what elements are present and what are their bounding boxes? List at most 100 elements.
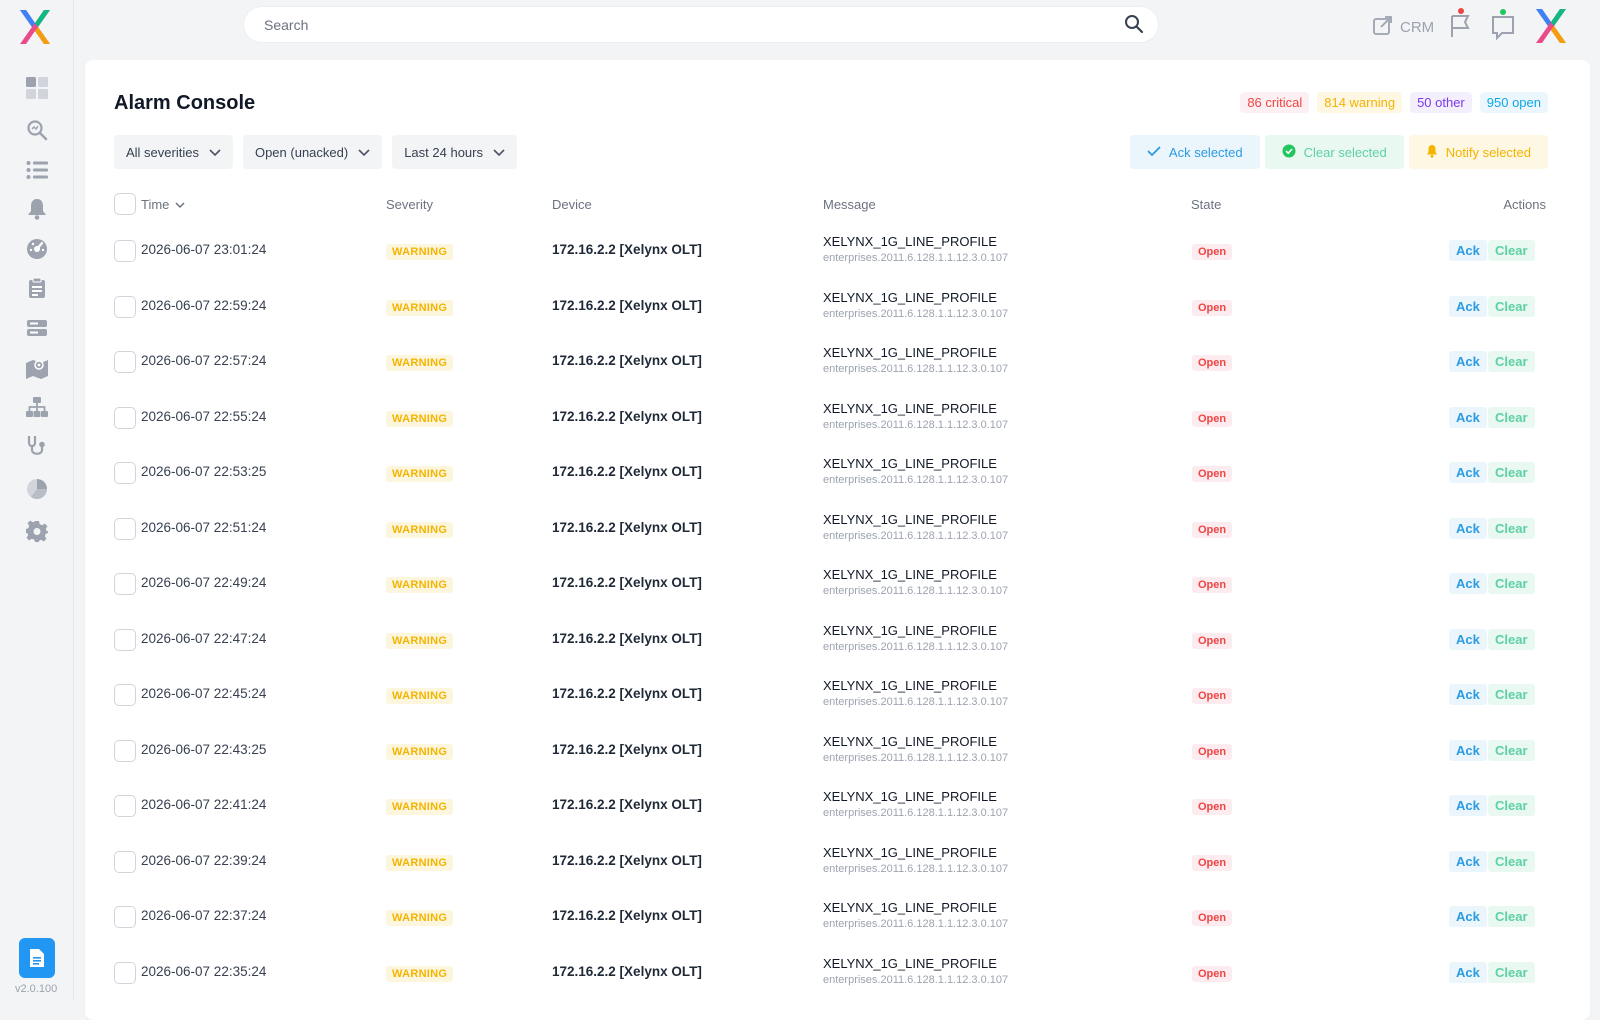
ack-selected-button[interactable]: Ack selected [1129,135,1260,169]
device-link[interactable]: 172.16.2.2 [Xelynx OLT] [552,575,702,590]
table-row[interactable]: 2026-06-07 22:35:24 WARNING 172.16.2.2 [… [114,945,1546,1001]
device-link[interactable]: 172.16.2.2 [Xelynx OLT] [552,353,702,368]
time-column-header[interactable]: Time [141,197,185,212]
other-count-badge[interactable]: 50 other [1410,92,1472,113]
clear-button[interactable]: Clear [1488,240,1535,261]
row-checkbox[interactable] [114,462,136,484]
row-checkbox[interactable] [114,795,136,817]
ack-button[interactable]: Ack [1449,573,1487,594]
device-link[interactable]: 172.16.2.2 [Xelynx OLT] [552,742,702,757]
select-all-checkbox[interactable] [114,193,136,215]
row-checkbox[interactable] [114,406,136,429]
flag-icon[interactable] [1448,8,1472,44]
network-icon[interactable] [24,394,50,420]
ack-button[interactable]: Ack [1449,240,1487,261]
ack-button[interactable]: Ack [1449,351,1487,372]
device-link[interactable]: 172.16.2.2 [Xelynx OLT] [552,520,702,535]
row-checkbox[interactable] [114,628,136,651]
ack-button[interactable]: Ack [1449,684,1487,705]
severity-filter-select[interactable]: All severities [114,135,233,169]
device-link[interactable]: 172.16.2.2 [Xelynx OLT] [552,631,702,646]
critical-count-badge[interactable]: 86 critical [1240,92,1310,113]
row-checkbox[interactable] [114,351,136,373]
ack-button[interactable]: Ack [1449,795,1487,816]
row-checkbox[interactable] [114,961,136,984]
clear-button[interactable]: Clear [1488,573,1535,594]
clipboard-icon[interactable] [24,275,50,301]
clear-button[interactable]: Clear [1488,684,1535,705]
device-link[interactable]: 172.16.2.2 [Xelynx OLT] [552,853,702,868]
clear-selected-button[interactable]: Clear selected [1264,135,1404,169]
ack-button[interactable]: Ack [1449,906,1487,927]
message-column-header[interactable]: Message [823,197,876,212]
clear-button[interactable]: Clear [1488,961,1535,983]
time-range-select[interactable]: Last 24 hours [392,135,517,169]
crm-link[interactable]: CRM [1372,14,1434,41]
state-filter-select[interactable]: Open (unacked) [242,135,383,169]
row-checkbox[interactable] [114,684,136,706]
clear-button[interactable]: Clear [1488,462,1535,483]
pie-chart-icon[interactable] [24,476,50,502]
table-row[interactable]: 2026-06-07 22:59:24 WARNING 172.16.2.2 [… [114,279,1546,335]
row-checkbox[interactable] [114,850,136,873]
chat-icon[interactable] [1490,9,1516,45]
ack-button[interactable]: Ack [1449,406,1487,428]
table-row[interactable]: 2026-06-07 22:41:24 WARNING 172.16.2.2 [… [114,778,1546,834]
table-row[interactable]: 2026-06-07 22:45:24 WARNING 172.16.2.2 [… [114,667,1546,723]
device-link[interactable]: 172.16.2.2 [Xelynx OLT] [552,908,702,923]
severity-column-header[interactable]: Severity [386,197,433,212]
warning-count-badge[interactable]: 814 warning [1317,92,1403,113]
list-icon[interactable] [24,157,50,183]
device-link[interactable]: 172.16.2.2 [Xelynx OLT] [552,797,702,812]
search-input[interactable]: Search [244,7,1158,42]
row-checkbox[interactable] [114,517,136,540]
device-link[interactable]: 172.16.2.2 [Xelynx OLT] [552,409,702,424]
ack-button[interactable]: Ack [1449,628,1487,650]
device-link[interactable]: 172.16.2.2 [Xelynx OLT] [552,298,702,313]
clear-button[interactable]: Clear [1488,351,1535,372]
clear-button[interactable]: Clear [1488,906,1535,927]
docs-button[interactable] [19,938,55,978]
state-column-header[interactable]: State [1191,197,1221,212]
device-column-header[interactable]: Device [552,197,592,212]
table-row[interactable]: 2026-06-07 22:43:25 WARNING 172.16.2.2 [… [114,723,1546,779]
ack-button[interactable]: Ack [1449,850,1487,872]
row-checkbox[interactable] [114,573,136,595]
server-icon[interactable] [24,315,50,341]
search-analytics-icon[interactable] [24,117,50,143]
search-icon[interactable] [1124,14,1144,39]
clear-button[interactable]: Clear [1488,295,1535,317]
device-link[interactable]: 172.16.2.2 [Xelynx OLT] [552,964,702,979]
clear-button[interactable]: Clear [1488,739,1535,761]
ack-button[interactable]: Ack [1449,739,1487,761]
table-row[interactable]: 2026-06-07 23:01:24 WARNING 172.16.2.2 [… [114,223,1546,279]
clear-button[interactable]: Clear [1488,517,1535,539]
device-link[interactable]: 172.16.2.2 [Xelynx OLT] [552,686,702,701]
row-checkbox[interactable] [114,295,136,318]
ack-button[interactable]: Ack [1449,295,1487,317]
gauge-icon[interactable] [24,236,50,262]
notify-selected-button[interactable]: Notify selected [1408,135,1548,169]
map-icon[interactable] [24,355,50,381]
row-checkbox[interactable] [114,906,136,928]
table-row[interactable]: 2026-06-07 22:39:24 WARNING 172.16.2.2 [… [114,834,1546,890]
dashboard-icon[interactable] [24,75,50,101]
app-logo[interactable] [14,6,56,48]
table-row[interactable]: 2026-06-07 22:49:24 WARNING 172.16.2.2 [… [114,556,1546,612]
table-row[interactable]: 2026-06-07 22:51:24 WARNING 172.16.2.2 [… [114,501,1546,557]
row-checkbox[interactable] [114,240,136,262]
clear-button[interactable]: Clear [1488,850,1535,872]
gear-icon[interactable] [24,518,50,544]
clear-button[interactable]: Clear [1488,406,1535,428]
ack-button[interactable]: Ack [1449,961,1487,983]
user-avatar[interactable] [1530,5,1572,47]
table-row[interactable]: 2026-06-07 22:57:24 WARNING 172.16.2.2 [… [114,334,1546,390]
bell-icon[interactable] [24,196,50,222]
open-count-badge[interactable]: 950 open [1479,92,1548,113]
table-row[interactable]: 2026-06-07 22:37:24 WARNING 172.16.2.2 [… [114,889,1546,945]
stethoscope-icon[interactable] [24,433,50,459]
device-link[interactable]: 172.16.2.2 [Xelynx OLT] [552,242,702,257]
clear-button[interactable]: Clear [1488,628,1535,650]
clear-button[interactable]: Clear [1488,795,1535,816]
table-row[interactable]: 2026-06-07 22:47:24 WARNING 172.16.2.2 [… [114,612,1546,668]
